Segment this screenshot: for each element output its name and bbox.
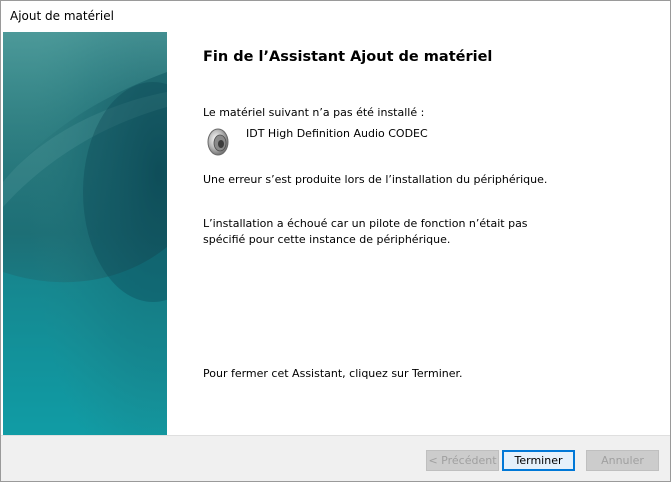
page-title: Fin de l’Assistant Ajout de matériel [203, 49, 493, 65]
back-button[interactable]: < Précédent [426, 450, 499, 471]
banner-graphic [3, 32, 167, 435]
device-name: IDT High Definition Audio CODEC [246, 127, 428, 140]
close-hint: Pour fermer cet Assistant, cliquez sur T… [203, 367, 463, 380]
window-title: Ajout de matériel [10, 9, 114, 23]
wizard-content: Fin de l’Assistant Ajout de matériel Le … [167, 32, 668, 435]
wizard-side-banner [3, 32, 167, 435]
error-detail-line2: spécifié pour cette instance de périphér… [203, 233, 451, 246]
not-installed-label: Le matériel suivant n’a pas été installé… [203, 106, 425, 119]
error-detail-line1: L’installation a échoué car un pilote de… [203, 217, 528, 230]
speaker-icon [206, 127, 232, 157]
title-bar[interactable]: Ajout de matériel [1, 1, 670, 31]
cancel-button[interactable]: Annuler [586, 450, 659, 471]
wizard-window: Ajout de matériel Fin de l’Assistant Ajo… [0, 0, 671, 482]
error-message: Une erreur s’est produite lors de l’inst… [203, 173, 548, 186]
finish-button[interactable]: Terminer [502, 450, 575, 471]
button-bar: < Précédent Terminer Annuler [1, 435, 670, 481]
